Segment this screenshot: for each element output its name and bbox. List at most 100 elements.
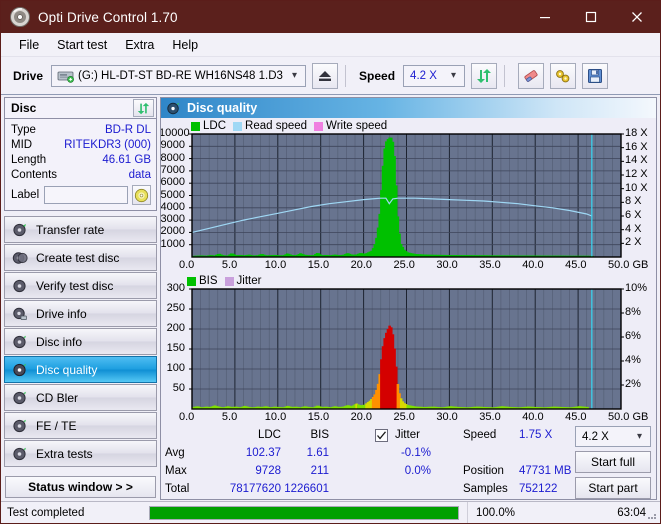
progress-fill xyxy=(150,506,458,519)
speed-result-value: 1.75 X xyxy=(519,429,553,441)
legend-label: Jitter xyxy=(236,275,262,287)
y-tick-label: 2000 xyxy=(160,225,185,238)
status-bar: Test completed 100.0% 63:04 xyxy=(1,501,660,523)
disc-icon xyxy=(12,250,28,266)
disc-row-type: Type BD-R DL xyxy=(11,122,151,137)
drive-label: Drive xyxy=(13,68,44,83)
bis-chart[interactable] xyxy=(161,273,657,425)
sidebar-item-label: Extra tests xyxy=(36,446,93,461)
speed-select[interactable]: 4.2 X ▾ xyxy=(403,64,466,87)
test-speed-select[interactable]: 4.2 X ▾ xyxy=(575,426,651,447)
stats-col-ldc: LDC xyxy=(257,429,281,441)
x-tick-label: 45.0 xyxy=(565,259,587,271)
y-tick-label: 10000 xyxy=(160,127,190,139)
disc-refresh-button[interactable] xyxy=(133,99,154,117)
menu-help[interactable]: Help xyxy=(163,36,207,54)
sidebar-item-cd-bler[interactable]: CD Bler xyxy=(4,384,157,411)
sidebar-item-label: Drive info xyxy=(36,306,87,321)
sidebar-item-drive-info[interactable]: Drive info xyxy=(4,300,157,327)
drive-icon xyxy=(57,69,74,83)
disc-icon xyxy=(12,418,28,434)
disc-info-rows: Type BD-R DL MID RITEKDR3 (000) Length 4… xyxy=(5,119,156,210)
erase-button[interactable] xyxy=(518,62,545,89)
menu-file[interactable]: File xyxy=(10,36,48,54)
minimize-icon[interactable] xyxy=(522,1,568,33)
x-tick-label: 25.0 xyxy=(393,259,415,271)
disc-icon xyxy=(12,222,28,238)
tools-button[interactable] xyxy=(550,62,577,89)
sidebar-item-verify-test-disc[interactable]: Verify test disc xyxy=(4,272,157,299)
bis-chart-container: BIS Jitter 50 100 150 200 250 300 2% 4% 6% 8% 10% 0.… xyxy=(161,273,656,425)
sidebar-item-label: Transfer rate xyxy=(36,222,105,237)
save-button[interactable] xyxy=(582,62,609,89)
sidebar-item-create-test-disc[interactable]: Create test disc xyxy=(4,244,157,271)
disc-info-header: Disc xyxy=(5,98,156,119)
panel-title: Disc quality xyxy=(187,101,258,115)
resize-grip-icon[interactable] xyxy=(647,510,657,520)
drive-select[interactable]: (G:) HL-DT-ST BD-RE WH16NS48 1.D3 ▾ xyxy=(51,64,307,87)
sidebar-item-extra-tests[interactable]: Extra tests xyxy=(4,440,157,467)
y2-tick-label: 12 X xyxy=(625,168,648,180)
samples-label: Samples xyxy=(463,483,508,495)
disc-quality-panel: Disc quality LDC Read speed Write speed 10… xyxy=(160,97,657,500)
eject-icon xyxy=(319,70,332,81)
start-full-button[interactable]: Start full xyxy=(575,451,651,473)
y-tick-label: 7000 xyxy=(160,163,185,176)
y2-tick-label: 10 X xyxy=(625,181,648,194)
eject-button[interactable] xyxy=(312,62,339,89)
menu-start-test[interactable]: Start test xyxy=(48,36,116,54)
left-sidebar: Disc Type BD-R DL MID RITEKDR3 (000) Len… xyxy=(1,95,160,500)
legend-entry: BIS xyxy=(187,275,218,287)
sidebar-item-transfer-rate[interactable]: Transfer rate xyxy=(4,216,157,243)
stats-row-total-bis: 1226601 xyxy=(284,483,329,495)
stats-row-avg-jitter: -0.1% xyxy=(400,447,431,459)
start-part-button[interactable]: Start part xyxy=(575,477,651,499)
refresh-button[interactable] xyxy=(471,62,498,89)
close-icon[interactable] xyxy=(614,1,660,33)
sidebar-item-disc-quality[interactable]: Disc quality xyxy=(4,356,157,383)
disc-label-row: Label xyxy=(11,184,151,206)
disc-row-value: 46.61 GB xyxy=(102,153,151,166)
x-tick-label: 20.0 xyxy=(350,411,373,423)
sidebar-item-label: Disc info xyxy=(36,334,83,349)
disc-row-mid: MID RITEKDR3 (000) xyxy=(11,137,151,152)
disc-icon xyxy=(12,362,28,378)
y2-tick-label: 8% xyxy=(625,306,641,318)
maximize-icon[interactable] xyxy=(568,1,614,33)
y2-tick-label: 16 X xyxy=(625,140,648,153)
sidebar-item-label: FE / TE xyxy=(36,418,77,433)
disc-icon xyxy=(12,306,28,322)
speed-label: Speed xyxy=(359,68,396,83)
y2-tick-label: 4% xyxy=(625,354,641,366)
y-tick-label: 250 xyxy=(166,302,185,314)
x-tick-label: 10.0 xyxy=(264,411,287,423)
chevron-down-icon: ▾ xyxy=(636,430,642,442)
y-tick-label: 6000 xyxy=(160,176,185,189)
disc-label-key: Label xyxy=(11,189,40,201)
stats-row-avg-ldc: 102.37 xyxy=(245,447,281,459)
y2-tick-label: 14 X xyxy=(625,154,648,167)
disc-label-input[interactable] xyxy=(44,186,129,204)
x-tick-label: 20.0 xyxy=(350,259,373,271)
sidebar-item-fe-te[interactable]: FE / TE xyxy=(4,412,157,439)
ldc-chart[interactable] xyxy=(161,118,657,273)
status-window-button[interactable]: Status window > > xyxy=(5,476,156,498)
y-tick-label: 9000 xyxy=(160,139,185,152)
y2-tick-label: 2 X xyxy=(625,236,642,249)
sidebar-item-disc-info[interactable]: Disc info xyxy=(4,328,157,355)
disc-icon xyxy=(12,390,28,406)
disc-row-contents: Contents data xyxy=(11,167,151,182)
jitter-checkbox[interactable] xyxy=(375,429,388,442)
disc-label-button[interactable] xyxy=(132,185,151,205)
sidebar-item-label: Create test disc xyxy=(36,250,120,265)
x-tick-label: 45.0 xyxy=(565,411,587,423)
menu-extra[interactable]: Extra xyxy=(116,36,163,54)
legend-label: BIS xyxy=(199,275,218,287)
progress-percent: 100.0% xyxy=(467,501,545,523)
status-window-wrap: Status window > > xyxy=(4,476,157,498)
stats-panel: LDC BIS Jitter Avg 102.37 1.61 -0.1% Max… xyxy=(161,425,656,499)
test-speed-value: 4.2 X xyxy=(582,430,609,443)
status-text: Test completed xyxy=(7,506,85,519)
stats-row-max-key: Max xyxy=(165,465,187,477)
panel-header: Disc quality xyxy=(161,98,656,118)
